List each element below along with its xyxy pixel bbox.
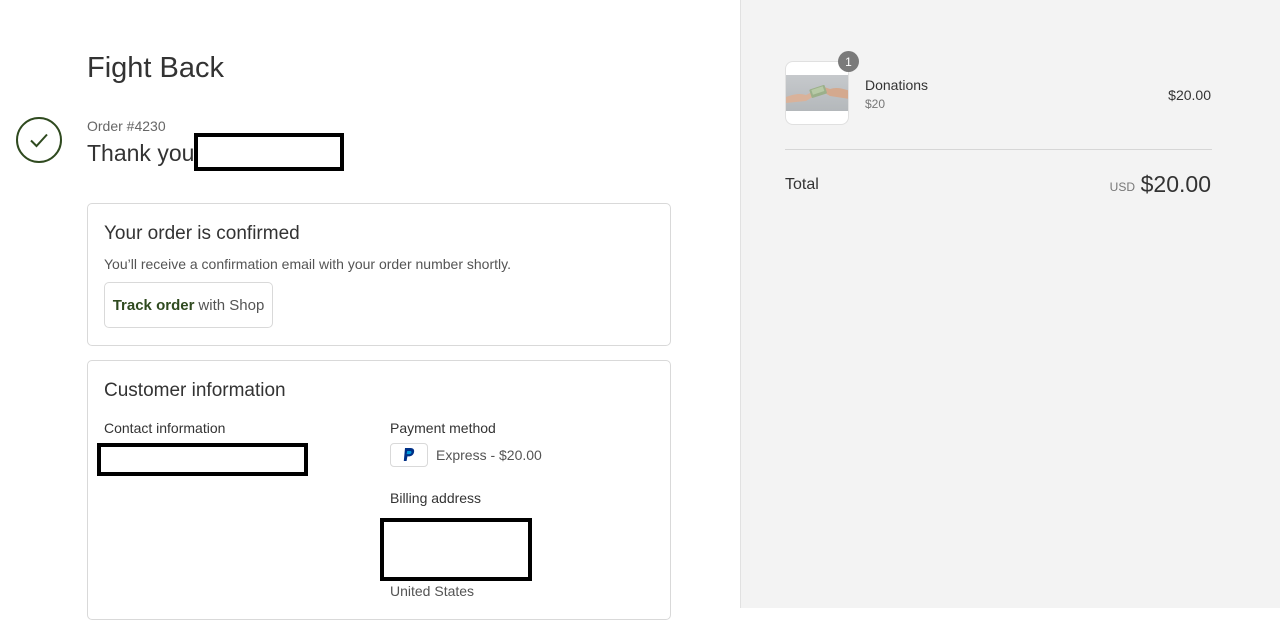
hands-money-illustration	[786, 84, 848, 103]
redacted-billing-address	[380, 518, 532, 581]
order-number: Order #4230	[87, 118, 166, 134]
item-price: $20.00	[1168, 87, 1211, 103]
checkmark-icon	[16, 117, 62, 163]
customer-info-title: Customer information	[104, 380, 286, 401]
contact-info-label: Contact information	[104, 420, 226, 436]
product-thumbnail	[785, 61, 849, 125]
track-order-suffix: with Shop	[198, 296, 265, 314]
thank-you-heading: Thank you	[87, 140, 195, 166]
paypal-glyph	[403, 447, 415, 461]
donation-image	[786, 75, 848, 111]
confirmed-text: You’ll receive a confirmation email with…	[104, 256, 511, 272]
confirmed-title: Your order is confirmed	[104, 223, 300, 244]
order-confirmed-card: Your order is confirmed You’ll receive a…	[87, 203, 671, 346]
payment-method-text: Express - $20.00	[436, 447, 542, 463]
shop-name[interactable]: Fight Back	[87, 52, 224, 85]
payment-method-label: Payment method	[390, 420, 496, 436]
billing-country: United States	[390, 583, 475, 599]
paypal-icon	[390, 443, 428, 467]
total-amount: $20.00	[1140, 171, 1211, 197]
quantity-badge: 1	[838, 51, 859, 72]
summary-divider	[785, 149, 1212, 150]
item-variant: $20	[865, 97, 886, 111]
total-label: Total	[785, 176, 819, 193]
checkmark-glyph	[30, 133, 48, 148]
billing-address-label: Billing address	[390, 490, 482, 506]
order-summary-sidebar: 1 Donations $20 $20.00 Total USD $20.00	[740, 0, 1280, 608]
currency-code: USD	[1109, 180, 1135, 194]
track-order-button[interactable]: Track order with Shop	[104, 282, 273, 328]
redacted-contact-info	[97, 443, 308, 476]
redacted-customer-name	[194, 133, 344, 171]
item-name: Donations	[865, 77, 929, 93]
checkout-main: Fight Back Order #4230 Thank you Your or…	[0, 0, 740, 620]
track-order-label: Track order	[112, 296, 195, 314]
customer-information-card: Customer information Contact information…	[87, 360, 671, 620]
